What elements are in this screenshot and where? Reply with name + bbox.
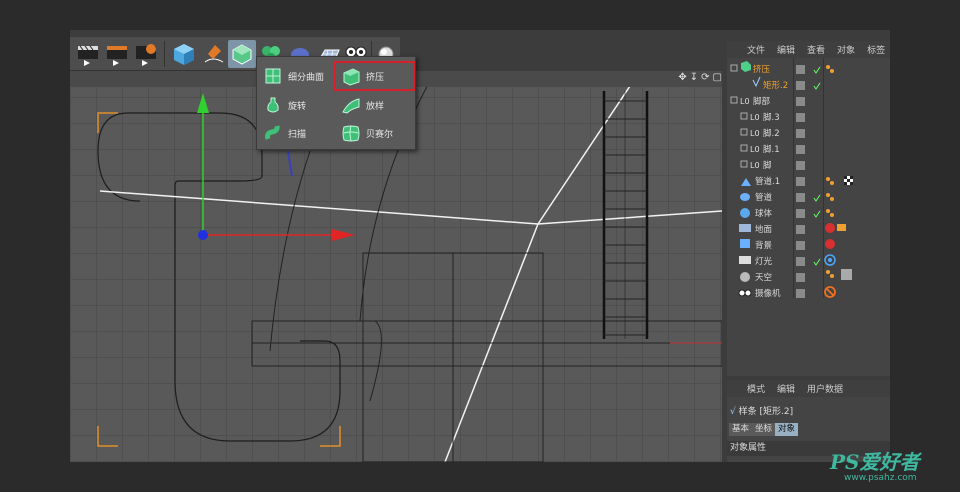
svg-text:L0: L0 bbox=[750, 145, 760, 154]
svg-text:L0: L0 bbox=[750, 113, 760, 122]
attribute-manager-menu: 模式 编辑 用户数据 bbox=[727, 380, 890, 397]
tab-basic[interactable]: 基本 bbox=[729, 423, 753, 436]
object-tree-icons: L0 L0 L0 L0 L0 bbox=[730, 61, 853, 298]
menu-item-label: 旋转 bbox=[288, 101, 307, 112]
attribute-object-title: √ 样条 [矩形.2] bbox=[730, 404, 793, 417]
watermark: PS爱好者 www.psahz.com bbox=[830, 446, 950, 490]
svg-text:L0: L0 bbox=[750, 161, 760, 170]
pen-tool-icon[interactable] bbox=[199, 40, 227, 68]
menu-item-lathe[interactable]: 旋转 bbox=[259, 92, 337, 118]
sweep-icon bbox=[263, 123, 283, 143]
menu-item-label: 贝赛尔 bbox=[366, 129, 394, 140]
menu-view[interactable]: 查看 bbox=[807, 43, 825, 56]
menu-user-data[interactable]: 用户数据 bbox=[807, 382, 843, 395]
watermark-brand: PS爱好者 bbox=[830, 450, 920, 474]
menu-edit[interactable]: 编辑 bbox=[777, 43, 795, 56]
maximize-view-icon[interactable]: ▢ bbox=[713, 72, 722, 86]
menu-item-loft[interactable]: 放样 bbox=[337, 92, 415, 118]
render-picture-icon[interactable] bbox=[103, 40, 131, 68]
menu-item-bezier[interactable]: 贝赛尔 bbox=[337, 120, 415, 146]
menu-item-label: 放样 bbox=[366, 101, 385, 112]
generator-menu-button[interactable] bbox=[228, 40, 256, 68]
zoom-view-icon[interactable]: ↧ bbox=[690, 72, 698, 86]
menu-item-sweep[interactable]: 扫描 bbox=[259, 120, 337, 146]
spline-icon: √ bbox=[730, 407, 736, 417]
menu-object[interactable]: 对象 bbox=[837, 43, 855, 56]
svg-text:L0: L0 bbox=[750, 129, 760, 138]
object-manager-menu: 文件 编辑 查看 对象 标签 bbox=[727, 41, 890, 58]
tab-coordinates[interactable]: 坐标 bbox=[752, 423, 776, 436]
svg-text:L0: L0 bbox=[740, 97, 750, 106]
menu-file[interactable]: 文件 bbox=[747, 43, 765, 56]
app-top-strip bbox=[0, 0, 960, 30]
menu-tags[interactable]: 标签 bbox=[867, 43, 885, 56]
menu-mode[interactable]: 模式 bbox=[747, 382, 765, 395]
rotate-view-icon[interactable]: ⟳ bbox=[701, 72, 709, 86]
viewport-nav-icons: ✥ ↧ ⟳ ▢ bbox=[678, 72, 722, 86]
tab-object[interactable]: 对象 bbox=[775, 423, 799, 436]
watermark-url: www.psahz.com bbox=[844, 473, 917, 483]
menu-item-label: 细分曲面 bbox=[288, 72, 325, 83]
bezier-icon bbox=[341, 123, 361, 143]
menu-item-subdivision-surface[interactable]: 细分曲面 bbox=[259, 63, 337, 89]
loft-icon bbox=[341, 95, 361, 115]
generator-popup-menu: 细分曲面 挤压 旋转 放样 扫描 贝赛尔 bbox=[256, 56, 416, 150]
cube-icon[interactable] bbox=[170, 40, 198, 68]
object-title-text: 样条 [矩形.2] bbox=[738, 407, 794, 417]
render-settings-icon[interactable] bbox=[132, 40, 160, 68]
move-view-icon[interactable]: ✥ bbox=[678, 72, 686, 86]
highlight-box bbox=[334, 61, 415, 91]
render-view-icon[interactable] bbox=[74, 40, 102, 68]
subdivision-surface-icon bbox=[263, 66, 283, 86]
lathe-icon bbox=[263, 95, 283, 115]
menu-edit[interactable]: 编辑 bbox=[777, 382, 795, 395]
menu-item-label: 扫描 bbox=[288, 129, 307, 140]
